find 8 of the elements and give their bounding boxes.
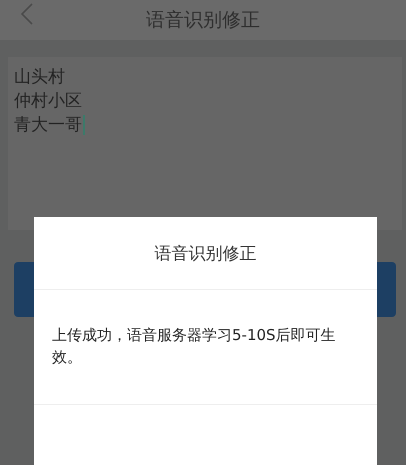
text-line: 仲村小区 (14, 90, 82, 113)
page-title: 语音识别修正 (146, 8, 260, 33)
dialog-message: 上传成功，语音服务器学习5-10S后即可生效。 (52, 326, 336, 366)
dialog-title: 语音识别修正 (154, 242, 256, 264)
input-field[interactable]: 山头村 仲村小区 青大一哥 (8, 57, 402, 230)
back-icon[interactable] (20, 2, 34, 26)
text-line: 山头村 (14, 66, 65, 89)
text-line: 青大一哥 (14, 114, 82, 137)
